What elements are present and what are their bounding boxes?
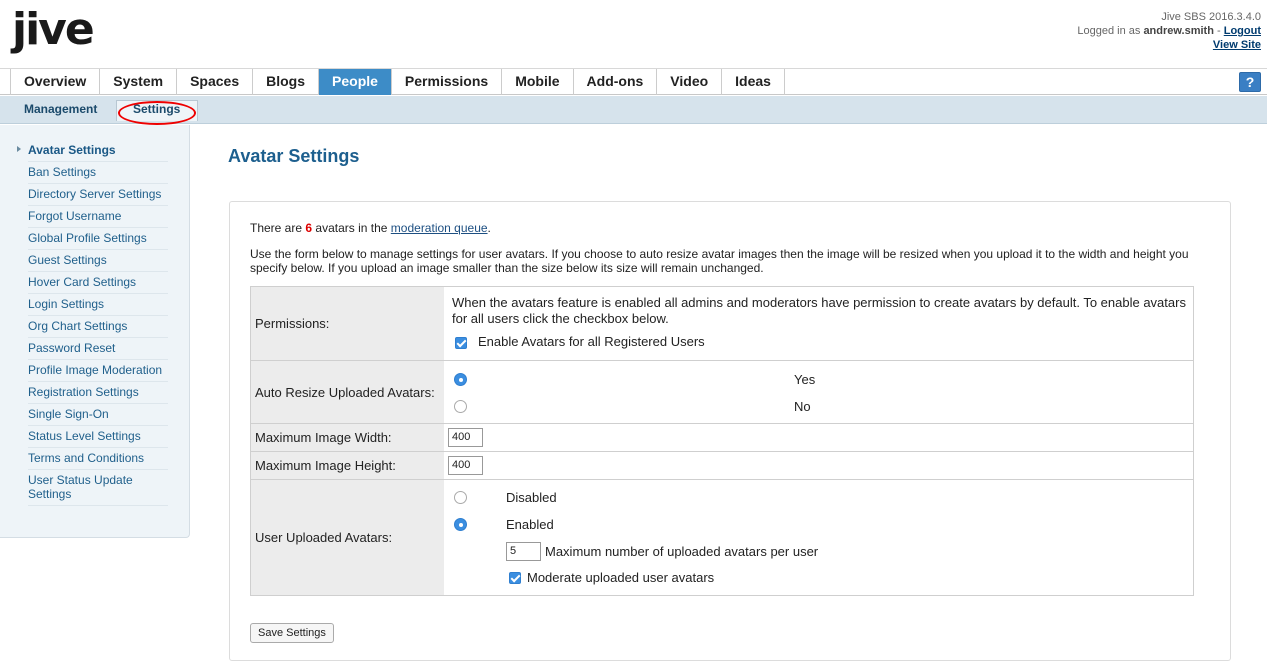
sidebar-item-login-settings[interactable]: Login Settings <box>28 294 168 316</box>
sidebar-item-global-profile-settings[interactable]: Global Profile Settings <box>28 228 168 250</box>
user-uploaded-disabled-radio[interactable] <box>454 491 467 504</box>
username: andrew.smith <box>1143 25 1214 37</box>
tab-add-ons[interactable]: Add-ons <box>574 69 658 95</box>
tab-spaces[interactable]: Spaces <box>177 69 254 95</box>
settings-panel: There are 6 avatars in the moderation qu… <box>229 201 1231 661</box>
auto-resize-yes-label: Yes <box>794 372 816 387</box>
auto-resize-no-radio[interactable] <box>454 400 467 413</box>
moderation-summary: There are 6 avatars in the moderation qu… <box>250 221 491 235</box>
tab-people[interactable]: People <box>319 69 392 95</box>
sidebar-item-single-sign-on[interactable]: Single Sign-On <box>28 404 168 426</box>
sidebar-item-org-chart-settings[interactable]: Org Chart Settings <box>28 316 168 338</box>
max-height-label: Maximum Image Height: <box>251 452 444 479</box>
tab-overview[interactable]: Overview <box>11 69 101 95</box>
enable-avatars-label: Enable Avatars for all Registered Users <box>478 334 705 349</box>
subtab-settings[interactable]: Settings <box>133 102 180 116</box>
sidebar-item-guest-settings[interactable]: Guest Settings <box>28 250 168 272</box>
sidebar-item-profile-image-moderation[interactable]: Profile Image Moderation <box>28 360 168 382</box>
sidebar-item-hover-card-settings[interactable]: Hover Card Settings <box>28 272 168 294</box>
auto-resize-no-label: No <box>794 399 811 414</box>
sidebar-item-terms-and-conditions[interactable]: Terms and Conditions <box>28 448 168 470</box>
sidebar-item-avatar-settings[interactable]: Avatar Settings <box>28 140 168 162</box>
max-width-row: Maximum Image Width: 400 <box>251 424 1193 452</box>
sub-nav: Management Settings <box>0 96 1267 124</box>
user-uploaded-row: User Uploaded Avatars: Disabled Enabled … <box>251 480 1193 595</box>
sidebar: Avatar Settings Ban Settings Directory S… <box>0 125 190 538</box>
description-text: Use the form below to manage settings fo… <box>250 247 1189 275</box>
user-info: Jive SBS 2016.3.4.0 Logged in as andrew.… <box>1077 10 1261 52</box>
tab-blogs[interactable]: Blogs <box>253 69 320 95</box>
sidebar-item-directory-server-settings[interactable]: Directory Server Settings <box>28 184 168 206</box>
max-uploaded-count-label: Maximum number of uploaded avatars per u… <box>545 544 819 559</box>
max-width-input[interactable]: 400 <box>448 428 483 447</box>
auto-resize-yes-radio[interactable] <box>454 373 467 386</box>
permissions-text: When the avatars feature is enabled all … <box>452 295 1186 326</box>
sidebar-item-password-reset[interactable]: Password Reset <box>28 338 168 360</box>
user-uploaded-enabled-radio[interactable] <box>454 518 467 531</box>
sidebar-item-status-level-settings[interactable]: Status Level Settings <box>28 426 168 448</box>
auto-resize-label: Auto Resize Uploaded Avatars: <box>251 361 444 423</box>
user-uploaded-disabled-label: Disabled <box>506 490 557 505</box>
save-settings-button[interactable]: Save Settings <box>250 623 334 643</box>
sidebar-item-ban-settings[interactable]: Ban Settings <box>28 162 168 184</box>
max-height-row: Maximum Image Height: 400 <box>251 452 1193 480</box>
subtab-management[interactable]: Management <box>24 102 97 116</box>
auto-resize-row: Auto Resize Uploaded Avatars: Yes No <box>251 361 1193 424</box>
permissions-label: Permissions: <box>251 287 444 360</box>
max-width-label: Maximum Image Width: <box>251 424 444 451</box>
login-status: Logged in as andrew.smith - Logout <box>1077 25 1261 37</box>
permissions-row: Permissions: When the avatars feature is… <box>251 287 1193 361</box>
jive-logo[interactable]: jive <box>12 8 95 52</box>
enable-avatars-checkbox[interactable] <box>455 337 467 349</box>
active-arrow-icon <box>17 146 21 152</box>
sidebar-item-registration-settings[interactable]: Registration Settings <box>28 382 168 404</box>
max-uploaded-count-input[interactable]: 5 <box>506 542 541 561</box>
main-nav: Overview System Spaces Blogs People Perm… <box>0 68 1267 95</box>
version-text: Jive SBS 2016.3.4.0 <box>1161 11 1261 23</box>
page-title: Avatar Settings <box>228 146 360 166</box>
tab-system[interactable]: System <box>100 69 178 95</box>
header: jive Jive SBS 2016.3.4.0 Logged in as an… <box>0 0 1267 68</box>
max-height-input[interactable]: 400 <box>448 456 483 475</box>
tab-ideas[interactable]: Ideas <box>722 69 785 95</box>
tab-mobile[interactable]: Mobile <box>502 69 574 95</box>
avatar-count: 6 <box>305 221 313 235</box>
moderation-queue-link[interactable]: moderation queue <box>391 221 488 235</box>
sidebar-item-forgot-username[interactable]: Forgot Username <box>28 206 168 228</box>
user-uploaded-enabled-label: Enabled <box>506 517 554 532</box>
tab-permissions[interactable]: Permissions <box>392 69 503 95</box>
settings-table: Permissions: When the avatars feature is… <box>250 286 1194 596</box>
moderate-avatars-label: Moderate uploaded user avatars <box>527 570 715 585</box>
tab-video[interactable]: Video <box>657 69 723 95</box>
user-uploaded-label: User Uploaded Avatars: <box>251 480 444 595</box>
help-icon[interactable]: ? <box>1239 72 1261 92</box>
sidebar-item-user-status-update-settings[interactable]: User Status Update Settings <box>28 470 168 506</box>
moderate-avatars-checkbox[interactable] <box>509 572 521 584</box>
logout-link[interactable]: Logout <box>1224 25 1261 37</box>
view-site-link[interactable]: View Site <box>1213 39 1261 51</box>
